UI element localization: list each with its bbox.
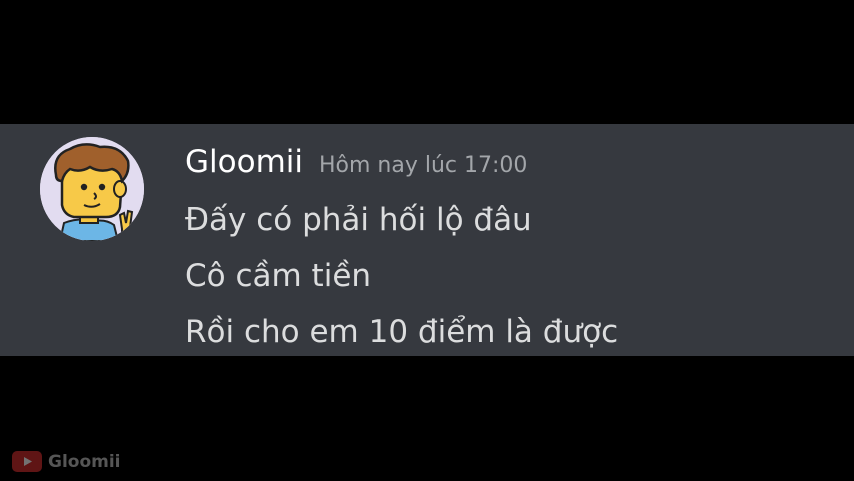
message-line: Cô cầm tiền (185, 258, 372, 294)
chat-message: Gloomii Hôm nay lúc 17:00 Đấy có phải hối… (0, 124, 854, 356)
message-line: Đấy có phải hối lộ đâu (185, 202, 532, 238)
timestamp: Hôm nay lúc 17:00 (319, 153, 528, 178)
cartoon-boy-avatar-icon (40, 137, 144, 241)
channel-watermark: Gloomii (12, 451, 121, 472)
youtube-icon (12, 451, 42, 472)
video-frame: Gloomii Hôm nay lúc 17:00 Đấy có phải hối… (0, 0, 854, 481)
username[interactable]: Gloomii (185, 144, 303, 180)
message-line: Rồi cho em 10 điểm là được (185, 314, 619, 350)
avatar[interactable] (40, 137, 144, 241)
message-header: Gloomii Hôm nay lúc 17:00 (185, 144, 527, 180)
watermark-label: Gloomii (48, 451, 121, 472)
